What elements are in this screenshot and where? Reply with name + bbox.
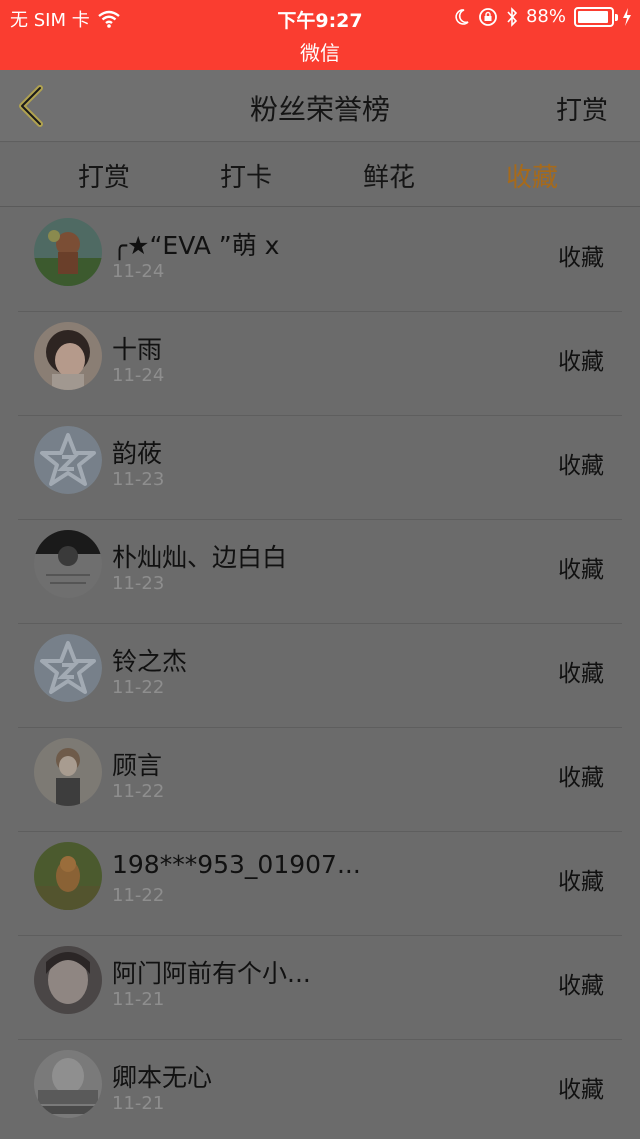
avatar[interactable] (34, 842, 102, 910)
lock-rotation-icon (479, 7, 497, 26)
favorite-label: 收藏 (558, 349, 604, 375)
fan-name: 顾言 (112, 751, 163, 780)
fan-date: 11-21 (112, 1093, 165, 1114)
list-item[interactable]: 198***953_01907... 11-22 收藏 (0, 832, 640, 936)
avatar[interactable] (34, 1050, 102, 1118)
fan-name: 198***953_01907... (112, 850, 361, 879)
list-item[interactable]: 韵莜 11-23 收藏 (0, 416, 640, 520)
moon-icon (455, 8, 469, 25)
status-right: 88% (454, 6, 632, 27)
fan-date: 11-24 (112, 261, 165, 282)
list-item[interactable]: 卿本无心 11-21 收藏 (0, 1040, 640, 1139)
charging-icon (623, 7, 631, 26)
page-title: 粉丝荣誉榜 (249, 93, 390, 126)
fan-name: 铃之杰 (112, 647, 188, 676)
fan-date: 11-22 (112, 781, 165, 802)
fan-date: 11-24 (112, 365, 165, 386)
battery-percent: 88% (525, 6, 566, 27)
fan-name: 十雨 (112, 335, 163, 364)
battery-icon (574, 6, 618, 27)
favorite-label: 收藏 (558, 869, 604, 895)
fan-name: 卿本无心 (112, 1063, 213, 1092)
fan-date: 11-22 (112, 885, 165, 906)
list-item[interactable]: 顾言 11-22 收藏 (0, 728, 640, 832)
tab-reward[interactable]: 打赏 (78, 157, 130, 194)
app-screen: 无 SIM 卡 下午9:27 微信 88% 粉丝荣誉榜 打赏 打赏 打卡 鲜花 … (0, 0, 640, 1139)
status-app-name: 微信 (300, 41, 340, 65)
favorite-label: 收藏 (558, 245, 604, 271)
fan-list: ╭★“EVA ”萌 x 11-24 收藏 十雨 11-24 收藏 韵莜 11-2… (0, 208, 640, 1139)
favorite-label: 收藏 (558, 1077, 604, 1103)
default-star-avatar-icon[interactable] (34, 426, 102, 494)
status-bar: 无 SIM 卡 下午9:27 微信 88% (0, 0, 640, 70)
list-item[interactable]: 朴灿灿、边白白 11-23 收藏 (0, 520, 640, 624)
fan-name: 韵莜 (112, 439, 163, 468)
list-item[interactable]: 阿门阿前有个小... 11-21 收藏 (0, 936, 640, 1040)
avatar[interactable] (34, 946, 102, 1014)
list-item[interactable]: ╭★“EVA ”萌 x 11-24 收藏 (0, 208, 640, 312)
avatar[interactable] (34, 530, 102, 598)
tab-flowers[interactable]: 鲜花 (363, 157, 415, 194)
default-star-avatar-icon[interactable] (34, 634, 102, 702)
tab-checkin[interactable]: 打卡 (220, 157, 272, 194)
avatar[interactable] (34, 322, 102, 390)
favorite-label: 收藏 (558, 765, 604, 791)
fan-name: ╭★“EVA ”萌 x (112, 231, 280, 260)
fan-name: 阿门阿前有个小... (112, 959, 311, 988)
reward-button[interactable]: 打赏 (556, 90, 608, 127)
avatar[interactable] (34, 218, 102, 286)
fan-date: 11-23 (112, 573, 165, 594)
avatar[interactable] (34, 738, 102, 806)
favorite-label: 收藏 (558, 973, 604, 999)
nav-bar: 粉丝荣誉榜 打赏 (0, 70, 640, 142)
favorite-label: 收藏 (558, 661, 604, 687)
bluetooth-icon (507, 6, 518, 27)
favorite-label: 收藏 (558, 453, 604, 479)
list-item[interactable]: 十雨 11-24 收藏 (0, 312, 640, 416)
fan-name: 朴灿灿、边白白 (112, 543, 288, 572)
fan-date: 11-23 (112, 469, 165, 490)
tab-bar: 打赏 打卡 鲜花 收藏 (0, 143, 640, 207)
tab-favorites[interactable]: 收藏 (506, 157, 558, 194)
favorite-label: 收藏 (558, 557, 604, 583)
fan-date: 11-21 (112, 989, 165, 1010)
fan-date: 11-22 (112, 677, 165, 698)
list-item[interactable]: 铃之杰 11-22 收藏 (0, 624, 640, 728)
